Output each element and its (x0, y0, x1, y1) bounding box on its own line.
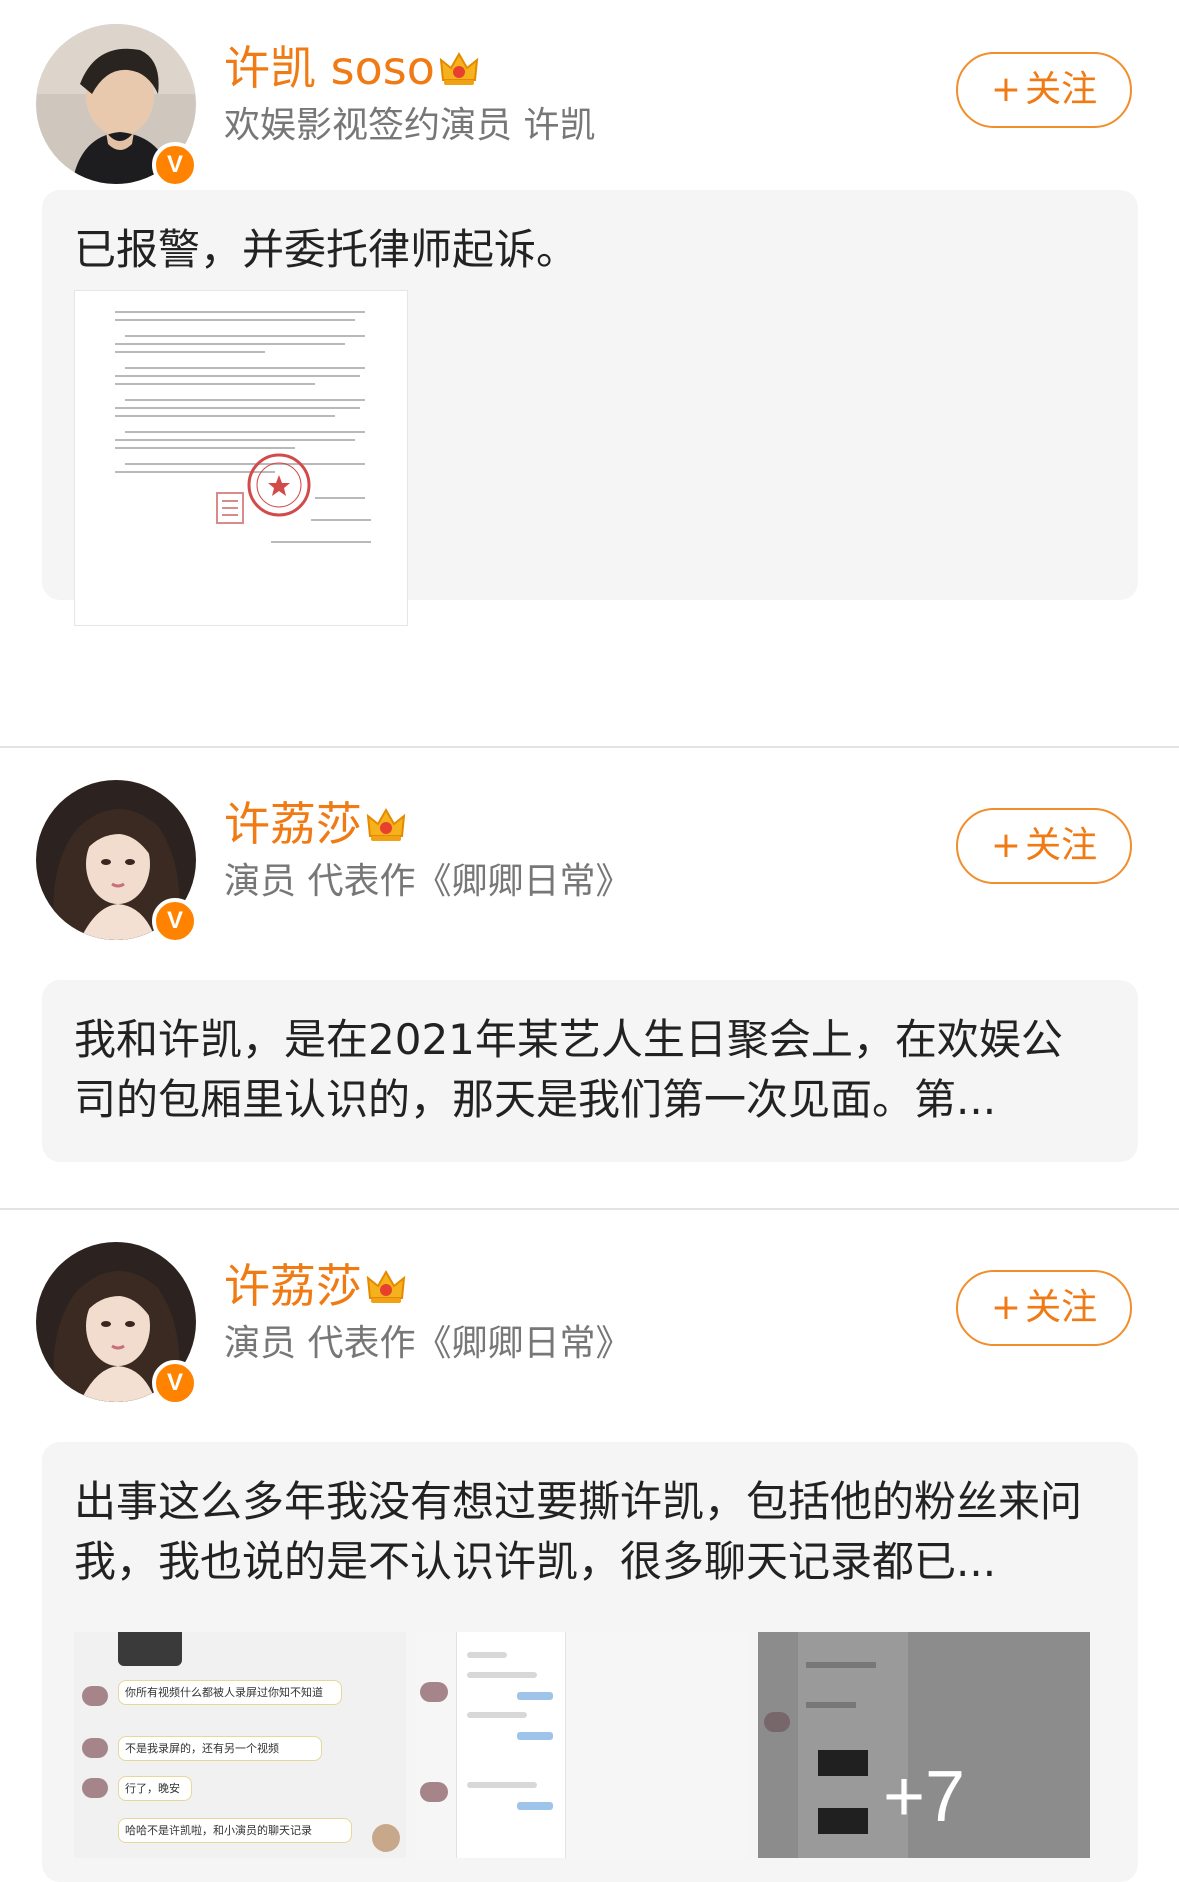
list-item: 哈哈不是许凯啦，和小演员的聊天记录 (82, 1818, 402, 1858)
verified-badge-icon: V (152, 142, 198, 188)
plus-icon: + (990, 825, 1022, 866)
list-item: 你所有视频什么都被人录屏过你知不知道 (82, 1680, 382, 1716)
avatar-3[interactable]: V (36, 1242, 198, 1406)
avatar-2[interactable]: V (36, 780, 198, 944)
keypad-icon (118, 1632, 182, 1666)
plus-icon: + (990, 69, 1022, 110)
chat-screenshot-thumbnail[interactable]: 你所有视频什么都被人录屏过你知不知道 不是我录屏的，还有另一个视频 行了，晚安 … (74, 1632, 406, 1858)
plus-icon: + (990, 1287, 1022, 1328)
phone-screen (456, 1632, 566, 1858)
username[interactable]: 许荔莎 (224, 1258, 406, 1318)
official-seal-icon (247, 453, 311, 517)
post-divider (0, 746, 1179, 748)
post-2: V 许荔莎 演员 代表作《卿卿日常》 + 关注 我和许凯，是在2021年某艺人生日… (0, 756, 1179, 1196)
chat-bubble: 不是我录屏的，还有另一个视频 (118, 1736, 322, 1761)
avatar (764, 1712, 790, 1732)
signature-stamp-icon (216, 492, 244, 524)
avatar (372, 1824, 400, 1852)
crown-badge-icon (366, 800, 406, 856)
post-1: V 许凯 soso 欢娱影视签约演员 许凯 + 关注 已报警，并委托律师起诉。 (0, 0, 1179, 640)
crown-badge-icon (439, 44, 479, 100)
post-text: 我和许凯，是在2021年某艺人生日聚会上，在欢娱公司的包厢里认识的，那天是我们第… (74, 1015, 1063, 1124)
username[interactable]: 许凯 soso (224, 40, 479, 100)
legal-statement-document[interactable] (74, 290, 408, 626)
avatar (82, 1686, 108, 1706)
chat-bubble: 你所有视频什么都被人录屏过你知不知道 (118, 1680, 342, 1705)
user-bio: 演员 代表作《卿卿日常》 (224, 861, 632, 902)
post-text: 已报警，并委托律师起诉。 (74, 225, 579, 274)
follow-button[interactable]: + 关注 (956, 52, 1132, 128)
post-3: V 许荔莎 演员 代表作《卿卿日常》 + 关注 出事这么多年我没有想过要撕许凯，包… (0, 1218, 1179, 1882)
crown-badge-icon (366, 1262, 406, 1318)
avatar (82, 1738, 108, 1758)
avatar (420, 1682, 448, 1702)
follow-button[interactable]: + 关注 (956, 1270, 1132, 1346)
list-item: 不是我录屏的，还有另一个视频 (82, 1736, 382, 1762)
post-text: 出事这么多年我没有想过要撕许凯，包括他的粉丝来问我，我也说的是不认识许凯，很多聊… (74, 1477, 1083, 1586)
avatar-1[interactable]: V (36, 24, 198, 188)
follow-button[interactable]: + 关注 (956, 808, 1132, 884)
more-images-thumbnail[interactable]: +7 (758, 1632, 1090, 1858)
post-card[interactable]: 我和许凯，是在2021年某艺人生日聚会上，在欢娱公司的包厢里认识的，那天是我们第… (42, 980, 1138, 1162)
avatar (420, 1782, 448, 1802)
chat-screenshot-thumbnail[interactable] (416, 1632, 748, 1858)
post-card[interactable]: 已报警，并委托律师起诉。 (42, 190, 1138, 626)
post-divider (0, 1208, 1179, 1210)
user-bio: 演员 代表作《卿卿日常》 (224, 1323, 632, 1364)
chat-bubble: 行了，晚安 (118, 1776, 192, 1801)
more-images-count: +7 (882, 1757, 966, 1837)
post-card[interactable]: 出事这么多年我没有想过要撕许凯，包括他的粉丝来问我，我也说的是不认识许凯，很多聊… (42, 1442, 1138, 1882)
verified-badge-icon: V (152, 898, 198, 944)
list-item: 行了，晚安 (82, 1776, 382, 1802)
verified-badge-icon: V (152, 1360, 198, 1406)
avatar (82, 1778, 108, 1798)
username[interactable]: 许荔莎 (224, 796, 406, 856)
user-bio: 欢娱影视签约演员 许凯 (224, 105, 596, 146)
chat-bubble: 哈哈不是许凯啦，和小演员的聊天记录 (118, 1818, 352, 1843)
